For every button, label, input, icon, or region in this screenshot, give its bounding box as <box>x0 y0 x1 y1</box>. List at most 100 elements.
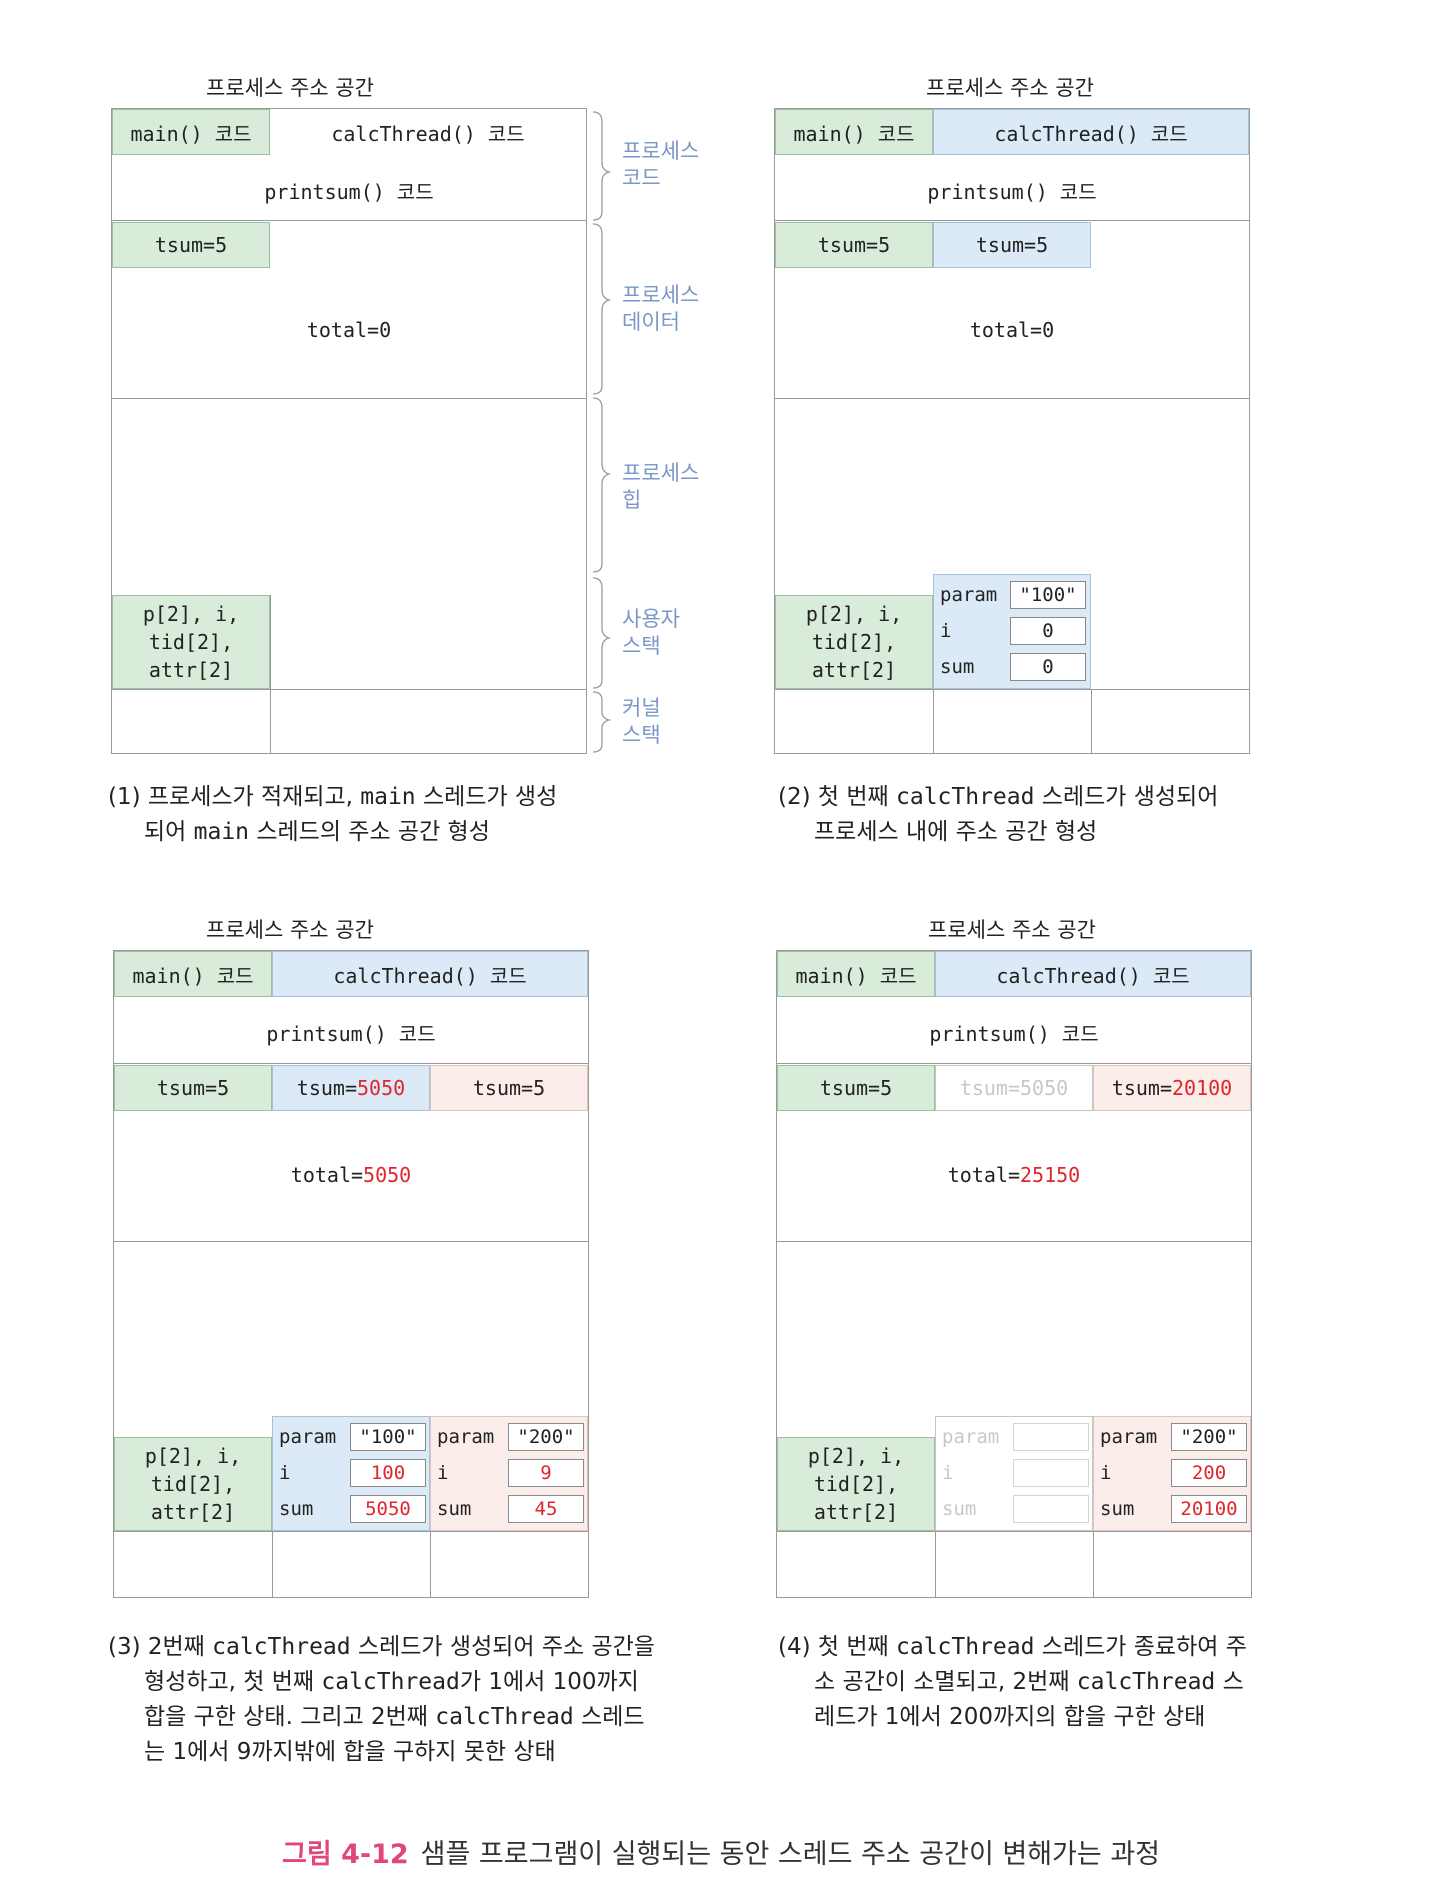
divider <box>430 1531 431 1598</box>
i-value: 200 <box>1171 1459 1247 1487</box>
i-label: i <box>940 620 952 642</box>
calc-code: calcThread() 코드 <box>935 951 1251 997</box>
caption: (3) 2번째 calcThread 스레드가 생성되어 주소 공간을 형성하고,… <box>108 1630 708 1770</box>
param-value: "200" <box>508 1423 584 1451</box>
caption-line: 는 1에서 9까지밖에 합을 구하지 못한 상태 <box>144 1739 556 1765</box>
segment-braces <box>592 111 612 753</box>
calc-code: calcThread() 코드 <box>331 121 525 146</box>
total: total= 5050 <box>290 1163 412 1187</box>
sum-label: sum <box>1100 1498 1135 1520</box>
divider <box>776 1241 1252 1242</box>
divider <box>935 1531 936 1598</box>
calc-code: calcThread() 코드 <box>272 951 588 997</box>
tsum-thread2: tsum=5 <box>430 1065 588 1111</box>
segment-label-user-stack: 사용자 스택 <box>622 607 680 658</box>
param-value: "100" <box>1010 581 1086 609</box>
sum-label: sum <box>279 1498 314 1520</box>
i-value-empty <box>1013 1459 1089 1487</box>
main-stack-locals: p[2], i, tid[2], attr[2] <box>112 595 270 689</box>
i-label: i <box>1100 1462 1112 1484</box>
printsum-code: printsum() 코드 <box>264 179 434 204</box>
caption-line: 되어 main 스레드의 주소 공간 형성 <box>144 819 490 845</box>
tsum-main: tsum=5 <box>777 1065 935 1111</box>
sum-value: 0 <box>1010 653 1086 681</box>
main-code: main() 코드 <box>777 951 935 997</box>
caption-line: (2) 첫 번째 calcThread 스레드가 생성되어 <box>778 784 1219 810</box>
sum-value: 45 <box>508 1495 584 1523</box>
divider <box>111 220 587 221</box>
printsum-code: printsum() 코드 <box>266 1021 436 1046</box>
tsum-main: tsum=5 <box>114 1065 272 1111</box>
tsum-main: tsum=5 <box>112 222 270 268</box>
divider <box>776 1531 1252 1532</box>
sum-value-empty <box>1013 1495 1089 1523</box>
caption: (4) 첫 번째 calcThread 스레드가 종료하여 주소 공간이 소멸되… <box>778 1630 1378 1735</box>
segment-label-kernel-stack: 커널 스택 <box>622 696 661 747</box>
param-label: param <box>279 1426 337 1448</box>
calc-code: calcThread() 코드 <box>933 109 1249 155</box>
param-value: "100" <box>350 1423 426 1451</box>
segment-label-data: 프로세스 데이터 <box>622 283 700 334</box>
divider <box>774 689 1250 690</box>
i-value: 0 <box>1010 617 1086 645</box>
sum-label: sum <box>940 656 975 678</box>
tsum-thread1-freed: tsum=5050 <box>935 1065 1093 1111</box>
caption-line: (4) 첫 번째 calcThread 스레드가 종료하여 주 <box>778 1634 1247 1660</box>
param-label: param <box>1100 1426 1158 1448</box>
caption-line: 레드가 1에서 200까지의 합을 구한 상태 <box>814 1704 1206 1730</box>
sum-label: sum <box>942 1498 977 1520</box>
caption-line: 형성하고, 첫 번째 calcThread가 1에서 100까지 <box>144 1669 639 1695</box>
sum-value: 20100 <box>1171 1495 1247 1523</box>
caption-line: 합을 구한 상태. 그리고 2번째 calcThread 스레드 <box>144 1704 645 1730</box>
tsum-thread2: tsum= 20100 <box>1093 1065 1251 1111</box>
panel-title: 프로세스 주소 공간 <box>206 76 374 100</box>
divider <box>933 689 934 754</box>
divider <box>111 689 587 690</box>
panel-title: 프로세스 주소 공간 <box>206 918 374 942</box>
printsum-code: printsum() 코드 <box>929 1021 1099 1046</box>
main-code: main() 코드 <box>114 951 272 997</box>
i-value: 100 <box>350 1459 426 1487</box>
tsum-thread1: tsum=5 <box>933 222 1091 268</box>
divider <box>113 1531 589 1532</box>
sum-value: 5050 <box>350 1495 426 1523</box>
divider <box>776 1063 1252 1064</box>
panel-title: 프로세스 주소 공간 <box>928 918 1096 942</box>
main-code: main() 코드 <box>775 109 933 155</box>
divider <box>774 398 1250 399</box>
figure-text: 샘플 프로그램이 실행되는 동안 스레드 주소 공간이 변해가는 과정 <box>420 1839 1160 1870</box>
main-stack-locals: p[2], i, tid[2], attr[2] <box>775 595 933 689</box>
tsum-main: tsum=5 <box>775 222 933 268</box>
sum-label: sum <box>437 1498 472 1520</box>
caption-line: 소 공간이 소멸되고, 2번째 calcThread 스 <box>814 1669 1244 1695</box>
divider <box>1091 689 1092 754</box>
figure-number: 그림 4-12 <box>282 1839 409 1870</box>
param-label: param <box>437 1426 495 1448</box>
param-label: param <box>942 1426 1000 1448</box>
i-label: i <box>942 1462 954 1484</box>
i-value: 9 <box>508 1459 584 1487</box>
param-value-empty <box>1013 1423 1089 1451</box>
param-label: param <box>940 584 998 606</box>
divider <box>113 1241 589 1242</box>
divider <box>111 398 587 399</box>
segment-label-code: 프로세스 코드 <box>622 139 700 190</box>
total: total= 25150 <box>947 1163 1081 1187</box>
divider <box>272 1531 273 1598</box>
caption: (2) 첫 번째 calcThread 스레드가 생성되어 프로세스 내에 주소 … <box>778 780 1398 850</box>
main-code: main() 코드 <box>112 109 270 155</box>
main-stack-locals: p[2], i, tid[2], attr[2] <box>114 1437 272 1531</box>
i-label: i <box>279 1462 291 1484</box>
panel-title: 프로세스 주소 공간 <box>926 76 1094 100</box>
i-label: i <box>437 1462 449 1484</box>
main-stack-locals: p[2], i, tid[2], attr[2] <box>777 1437 935 1531</box>
divider <box>113 1063 589 1064</box>
divider <box>774 220 1250 221</box>
total: total=0 <box>306 318 392 342</box>
divider <box>270 595 271 754</box>
caption-line: (1) 프로세스가 적재되고, main 스레드가 생성 <box>108 784 558 810</box>
divider <box>1093 1531 1094 1598</box>
param-value: "200" <box>1171 1423 1247 1451</box>
figure-caption: 그림 4-12 샘플 프로그램이 실행되는 동안 스레드 주소 공간이 변해가는 … <box>0 1832 1442 1871</box>
tsum-thread1: tsum= 5050 <box>272 1065 430 1111</box>
